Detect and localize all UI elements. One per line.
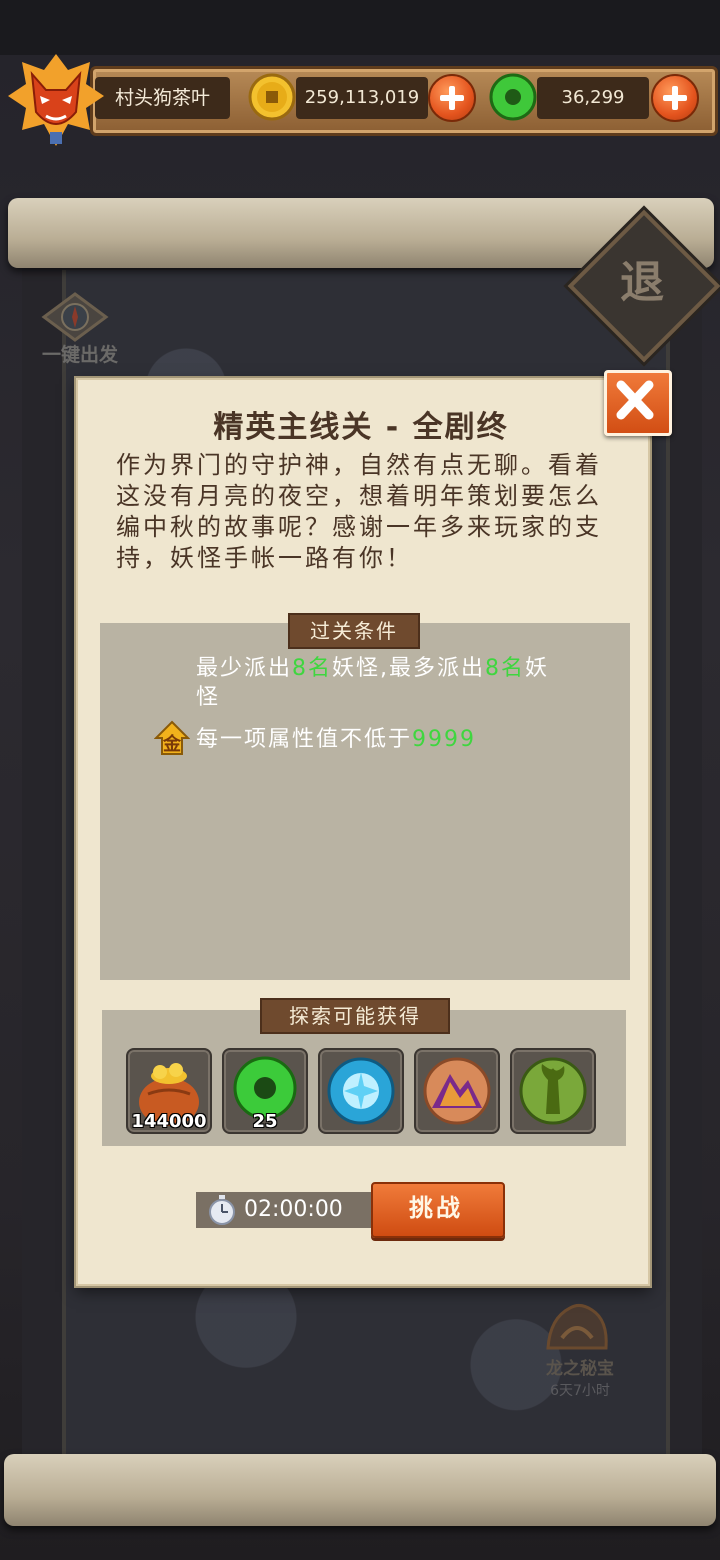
add-coins-button[interactable]	[428, 74, 476, 122]
reward-quantity: 25	[252, 1111, 278, 1132]
player-name: 村头狗茶叶	[114, 87, 210, 109]
mountain-orb-icon	[423, 1057, 491, 1125]
retreat-label: 退	[620, 257, 664, 308]
ice-orb-icon	[327, 1057, 395, 1125]
condition-max-count: 8名	[485, 656, 526, 681]
fox-mask-avatar[interactable]	[6, 52, 106, 152]
compass-icon[interactable]	[40, 292, 110, 342]
jade-count: 36,299	[561, 87, 625, 108]
one-click-depart-label[interactable]: 一键出发	[30, 340, 130, 367]
stage-description: 作为界门的守护神，自然有点无聊。看着这没有月亮的夜空，想着明年策划要怎么编中秋的…	[116, 451, 602, 572]
scroll-bottom-rod	[4, 1454, 716, 1526]
tree-orb-icon	[519, 1057, 587, 1125]
scroll-edge-left	[22, 250, 62, 1470]
rewards-header: 探索可能获得	[260, 998, 450, 1034]
condition-attribute-value: 9999	[412, 727, 477, 752]
gold-coin-icon	[248, 73, 296, 121]
challenge-button-label[interactable]: 挑战	[371, 1182, 501, 1234]
dragon-treasure-title: 龙之秘宝	[546, 1359, 614, 1379]
conditions-header: 过关条件	[288, 613, 420, 649]
reward-slot[interactable]	[318, 1048, 404, 1134]
stage-title: 精英主线关 - 全剧终	[213, 410, 509, 445]
condition-deploy-count: 最少派出8名妖怪,最多派出8名妖怪	[196, 654, 556, 712]
condition-text: 最少派出	[196, 656, 293, 681]
add-jade-button[interactable]	[651, 74, 699, 122]
condition-min-count: 8名	[292, 656, 333, 681]
reward-slot[interactable]	[414, 1048, 500, 1134]
coin-count: 259,113,019	[304, 87, 420, 108]
reward-slot[interactable]: 25	[222, 1048, 308, 1134]
condition-attribute: 每一项属性值不低于9999	[196, 725, 556, 754]
reward-slot[interactable]	[510, 1048, 596, 1134]
condition-text: 每一项属性值不低于	[196, 727, 413, 752]
stopwatch-icon	[209, 1195, 235, 1225]
dragon-treasure-icon[interactable]	[540, 1298, 614, 1358]
gold-badge-label: 金	[162, 733, 182, 755]
dragon-treasure-timer: 6天7小时	[550, 1383, 610, 1399]
reward-slot[interactable]: 144000	[126, 1048, 212, 1134]
reward-quantity: 144000	[131, 1111, 207, 1132]
explore-timer: 02:00:00	[244, 1197, 343, 1222]
condition-text: 妖怪,最多派出	[332, 656, 486, 681]
gold-rank-icon: 金	[154, 720, 190, 755]
jade-ring-icon	[489, 73, 537, 121]
